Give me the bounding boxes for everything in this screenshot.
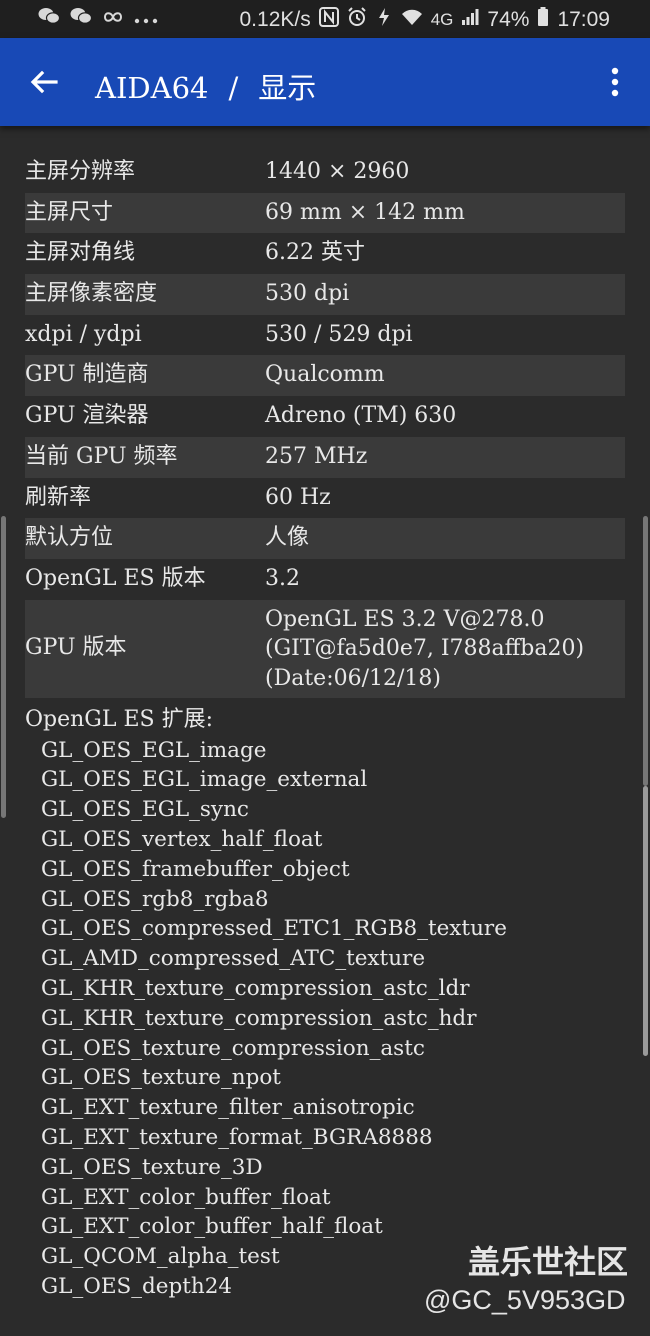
info-key: 主屏尺寸	[25, 199, 114, 225]
extension-item: GL_OES_texture_npot	[41, 1065, 281, 1091]
info-value: 60 Hz	[265, 484, 331, 510]
extension-item: GL_OES_texture_compression_astc	[41, 1035, 425, 1061]
gpu-version-line: (GIT@fa5d0e7, I788affba20)	[265, 636, 585, 662]
info-key: xdpi / ydpi	[25, 321, 142, 347]
info-key: GPU 版本	[25, 634, 127, 660]
scroll-edge-left	[1, 516, 6, 818]
info-row: GPU 制造商 Qualcomm	[25, 355, 625, 397]
status-indicators: 0.12K/s 4G 74% 17:09	[239, 7, 610, 33]
info-value: 257 MHz	[265, 443, 368, 469]
info-row: 当前 GPU 频率 257 MHz	[25, 436, 625, 478]
extension-item: GL_KHR_texture_compression_astc_ldr	[41, 975, 470, 1001]
info-value: Adreno (TM) 630	[265, 403, 457, 429]
nfc-icon	[318, 7, 339, 33]
gpu-version-line: OpenGL ES 3.2 V@278.0	[265, 606, 545, 632]
info-key: 主屏像素密度	[25, 281, 158, 307]
scrollbar-thumb[interactable]	[643, 786, 648, 1056]
overflow-menu-button[interactable]	[600, 60, 630, 104]
info-key: 默认方位	[25, 525, 114, 551]
title-separator: /	[228, 71, 239, 105]
notification-icons	[38, 7, 158, 30]
info-value: 3.2	[265, 565, 300, 591]
extension-item: GL_OES_compressed_ETC1_RGB8_texture	[41, 916, 507, 942]
info-key: 当前 GPU 频率	[25, 443, 178, 469]
info-key: GPU 制造商	[25, 362, 149, 388]
more-vert-icon	[600, 67, 630, 108]
info-value: 6.22 英寸	[265, 240, 365, 266]
info-key: 刷新率	[25, 484, 92, 510]
info-key: GPU 渲染器	[25, 403, 149, 429]
scroll-edge-right	[643, 516, 648, 786]
gpu-version-line: (Date:06/12/18)	[265, 665, 441, 691]
extensions-list: GL_OES_EGL_image GL_OES_EGL_image_extern…	[41, 736, 650, 1302]
wechat-icon	[38, 7, 61, 30]
watermark-handle: @GC_5V953GD	[424, 1285, 626, 1315]
info-key: 主屏对角线	[25, 240, 136, 266]
info-row-gpu-version: GPU 版本 OpenGL ES 3.2 V@278.0 (GIT@fa5d0e…	[25, 599, 625, 698]
section-name: 显示	[258, 71, 317, 105]
extension-item: GL_KHR_texture_compression_astc_hdr	[41, 1005, 477, 1031]
info-row: 主屏像素密度 530 dpi	[25, 274, 625, 315]
more-dots-icon	[134, 8, 158, 29]
info-row: 默认方位 人像	[25, 518, 625, 559]
network-speed: 0.12K/s	[239, 8, 311, 31]
extensions-heading: OpenGL ES 扩展:	[25, 706, 214, 732]
info-row: 主屏对角线 6.22 英寸	[25, 233, 625, 274]
info-row: xdpi / ydpi 530 / 529 dpi	[25, 315, 625, 356]
info-row: GPU 渲染器 Adreno (TM) 630	[25, 396, 625, 437]
extension-item: GL_OES_EGL_image_external	[41, 767, 368, 793]
signal-icon	[461, 8, 479, 32]
info-row: OpenGL ES 版本 3.2	[25, 559, 625, 600]
battery-percent: 74%	[487, 8, 530, 31]
extension-item: GL_OES_rgb8_rgba8	[41, 886, 269, 912]
extension-item: GL_EXT_texture_format_BGRA8888	[41, 1124, 433, 1150]
extension-item: GL_AMD_compressed_ATC_texture	[41, 946, 426, 972]
clock: 17:09	[557, 8, 610, 31]
info-row: 刷新率 60 Hz	[25, 478, 625, 519]
extension-item: GL_OES_framebuffer_object	[41, 856, 350, 882]
info-value: 人像	[265, 525, 310, 551]
info-key: OpenGL ES 版本	[25, 565, 206, 591]
app-name: AIDA64	[95, 71, 209, 105]
extension-item: GL_EXT_texture_filter_anisotropic	[41, 1095, 415, 1121]
display-info-list[interactable]: 主屏分辨率 1440 × 2960 主屏尺寸 69 mm × 142 mm 主屏…	[0, 152, 650, 1302]
extension-item: GL_OES_EGL_image	[41, 737, 267, 763]
info-value: Qualcomm	[265, 362, 385, 388]
app-bar: AIDA64 / 显示	[0, 38, 650, 126]
back-button[interactable]	[22, 60, 66, 104]
extension-item: GL_OES_EGL_sync	[41, 797, 249, 823]
network-type: 4G	[430, 10, 454, 29]
extension-item: GL_OES_vertex_half_float	[41, 826, 323, 852]
info-row: 主屏分辨率 1440 × 2960	[25, 152, 625, 193]
battery-icon	[537, 7, 549, 33]
page-title: AIDA64 / 显示	[95, 65, 316, 107]
status-bar: 0.12K/s 4G 74% 17:09	[0, 0, 650, 38]
back-arrow-icon	[22, 70, 66, 108]
info-key: 主屏分辨率	[25, 159, 136, 184]
wifi-icon	[401, 8, 423, 32]
info-value: 69 mm × 142 mm	[265, 199, 465, 225]
infinity-icon	[102, 8, 124, 29]
power-saving-icon	[375, 7, 393, 33]
info-row: 主屏尺寸 69 mm × 142 mm	[25, 192, 625, 234]
info-value: 530 / 529 dpi	[265, 321, 413, 347]
extension-item: GL_EXT_color_buffer_float	[41, 1184, 331, 1210]
watermark-site: 盖乐世社区	[468, 1243, 629, 1281]
info-value: 1440 × 2960	[265, 159, 410, 184]
extension-item: GL_OES_texture_3D	[41, 1154, 263, 1180]
wechat-icon	[70, 7, 93, 30]
info-value: 530 dpi	[265, 281, 350, 307]
info-value: OpenGL ES 3.2 V@278.0 (GIT@fa5d0e7, I788…	[265, 605, 584, 694]
alarm-icon	[347, 7, 367, 33]
